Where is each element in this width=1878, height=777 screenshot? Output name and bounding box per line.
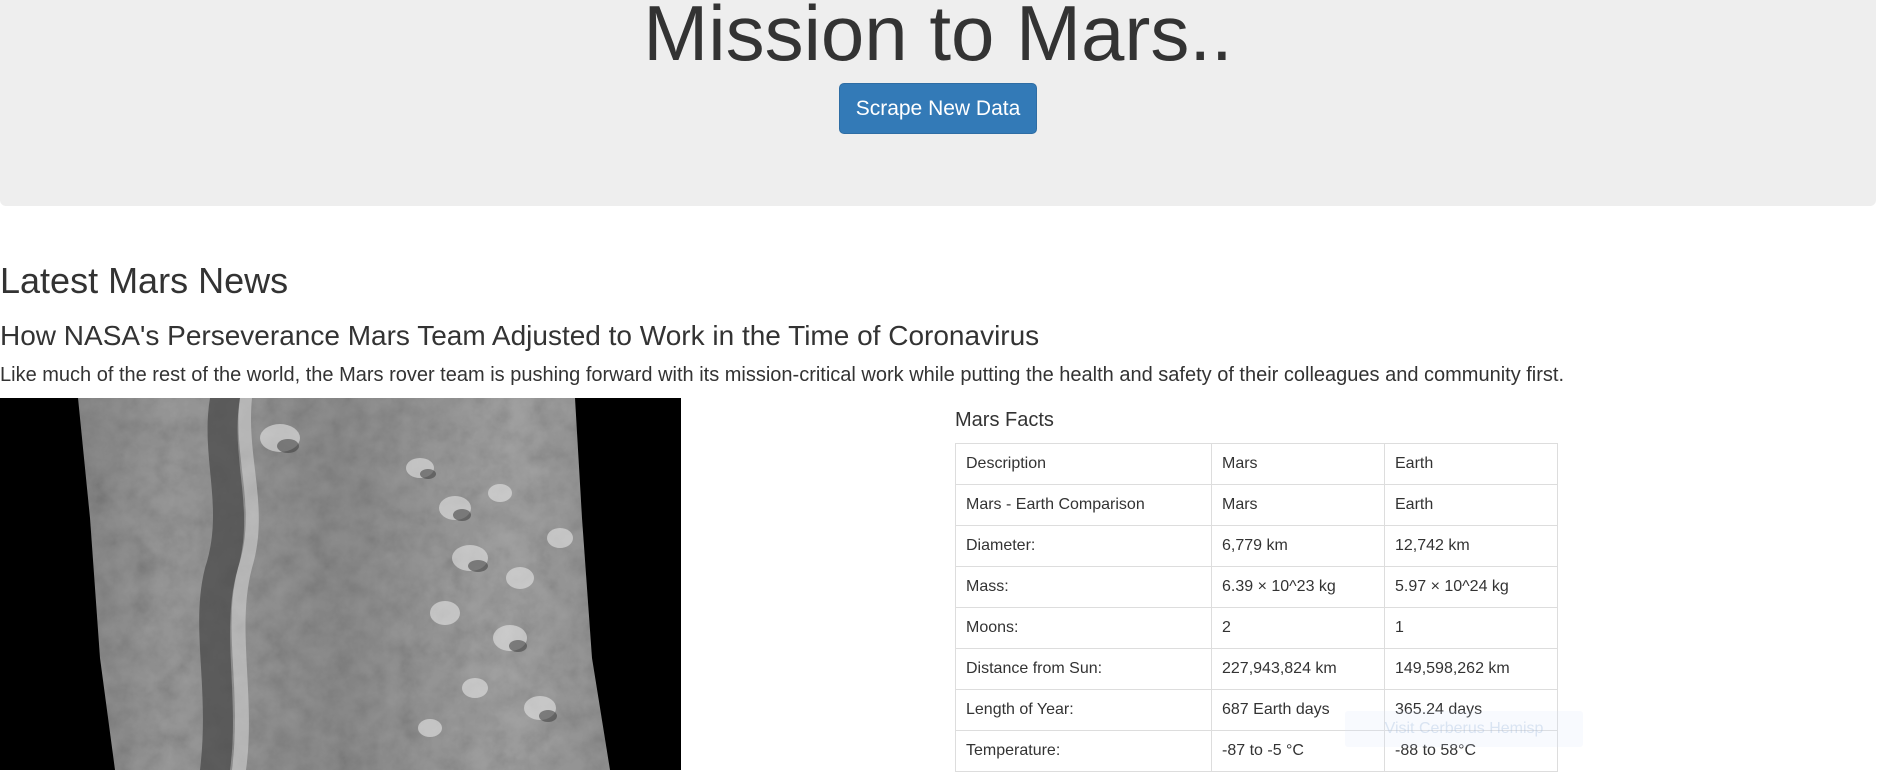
table-cell-earth: 1 (1384, 607, 1558, 649)
table-cell-description: Mars - Earth Comparison (955, 484, 1212, 526)
faded-hemisphere-link[interactable]: Visit Cerberus Hemisp (1345, 711, 1583, 747)
mars-facts-title: Mars Facts (955, 409, 1054, 431)
table-cell-description: Distance from Sun: (955, 648, 1212, 690)
table-cell-description: Temperature: (955, 730, 1212, 772)
table-cell-mars: 6.39 × 10^23 kg (1211, 566, 1385, 608)
table-row: Mars - Earth Comparison Mars Earth (955, 484, 1558, 526)
news-title: How NASA's Perseverance Mars Team Adjust… (0, 320, 1040, 351)
table-cell-mars: 6,779 km (1211, 525, 1385, 567)
header-jumbotron: Mission to Mars.. Scrape New Data (0, 0, 1876, 206)
table-cell-earth: Earth (1384, 443, 1558, 485)
table-cell-mars: 227,943,824 km (1211, 648, 1385, 690)
table-cell-mars: Mars (1211, 484, 1385, 526)
news-teaser: Like much of the rest of the world, the … (0, 364, 1565, 386)
table-cell-earth: Earth (1384, 484, 1558, 526)
table-cell-earth: 12,742 km (1384, 525, 1558, 567)
table-cell-description: Diameter: (955, 525, 1212, 567)
table-cell-earth: 149,598,262 km (1384, 648, 1558, 690)
table-row: Diameter: 6,779 km 12,742 km (955, 525, 1558, 567)
mars-terrain-image-icon (0, 398, 681, 770)
latest-news-heading: Latest Mars News (0, 260, 289, 301)
scrape-new-data-button[interactable]: Scrape New Data (839, 83, 1037, 134)
page-title: Mission to Mars.. (643, 0, 1233, 77)
table-row: Moons: 2 1 (955, 607, 1558, 649)
featured-mars-image (0, 398, 681, 770)
table-row: Distance from Sun: 227,943,824 km 149,59… (955, 648, 1558, 690)
table-row: Mass: 6.39 × 10^23 kg 5.97 × 10^24 kg (955, 566, 1558, 608)
table-cell-description: Length of Year: (955, 689, 1212, 731)
table-row: Description Mars Earth (955, 443, 1558, 485)
table-cell-description: Moons: (955, 607, 1212, 649)
table-cell-description: Mass: (955, 566, 1212, 608)
table-cell-description: Description (955, 443, 1212, 485)
table-cell-earth: 5.97 × 10^24 kg (1384, 566, 1558, 608)
table-cell-mars: Mars (1211, 443, 1385, 485)
table-cell-mars: 2 (1211, 607, 1385, 649)
